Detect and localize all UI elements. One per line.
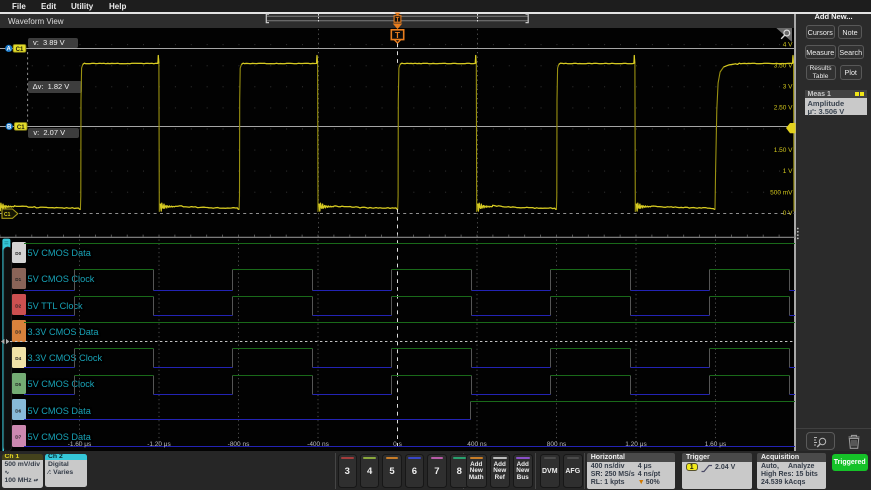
svg-text:D6: D6 xyxy=(15,408,21,413)
svg-text:1.20 μs: 1.20 μs xyxy=(625,441,647,448)
svg-text:400 ns: 400 ns xyxy=(467,441,487,448)
svg-text:B: B xyxy=(7,125,12,131)
svg-text:T: T xyxy=(396,17,400,23)
svg-text:D3: D3 xyxy=(15,330,21,335)
svg-text:C1: C1 xyxy=(16,47,24,53)
svg-text:1.50 V: 1.50 V xyxy=(774,147,793,154)
svg-text:D1: D1 xyxy=(15,277,21,282)
svg-text:D0: D0 xyxy=(15,251,21,256)
svg-text:0 s: 0 s xyxy=(393,441,402,448)
svg-text:A: A xyxy=(7,47,12,53)
svg-text:1.60 μs: 1.60 μs xyxy=(705,441,727,448)
svg-text:800 ns: 800 ns xyxy=(547,441,567,448)
svg-text:500 mV: 500 mV xyxy=(770,190,793,197)
svg-text:D2: D2 xyxy=(15,303,21,308)
svg-text:D5: D5 xyxy=(15,382,21,387)
svg-text:1 V: 1 V xyxy=(783,168,793,175)
svg-text:4 V: 4 V xyxy=(783,42,793,49)
svg-text:T: T xyxy=(395,30,401,40)
svg-text:-800 ns: -800 ns xyxy=(228,441,250,448)
svg-text:C1: C1 xyxy=(4,212,11,218)
svg-text:D7: D7 xyxy=(15,435,21,440)
svg-text:C1: C1 xyxy=(17,125,25,131)
svg-text:3 V: 3 V xyxy=(783,84,793,91)
svg-text:3.50 V: 3.50 V xyxy=(774,63,793,70)
svg-text:-400 ns: -400 ns xyxy=(307,441,329,448)
svg-text:D4: D4 xyxy=(15,356,21,361)
svg-text:-1.20 μs: -1.20 μs xyxy=(147,441,171,448)
svg-text:0 V: 0 V xyxy=(783,210,793,217)
svg-text:-1.60 μs: -1.60 μs xyxy=(68,441,92,448)
svg-text:2.50 V: 2.50 V xyxy=(774,105,793,112)
